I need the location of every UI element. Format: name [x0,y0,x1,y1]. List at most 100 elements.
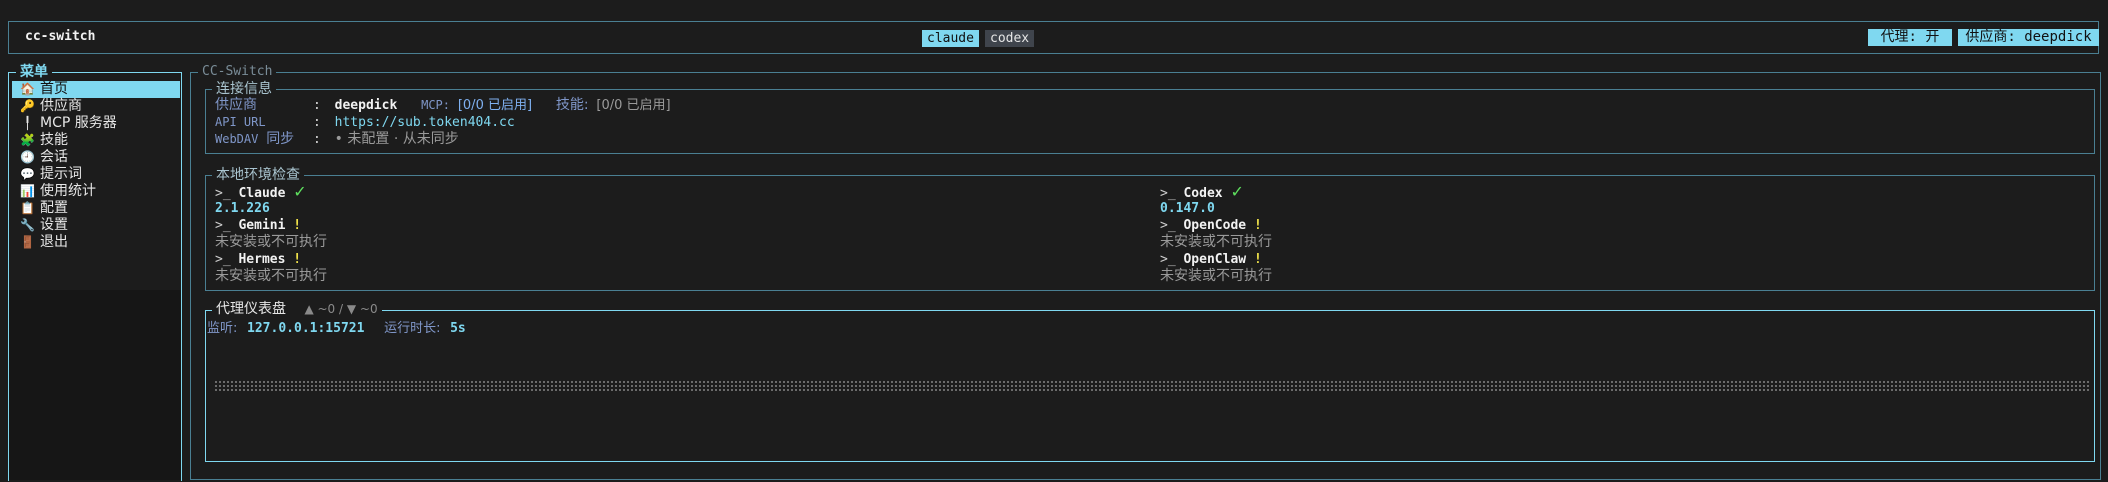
sidebar-item-providers[interactable]: 🔑 供应商 [12,98,180,115]
proxy-status-badge: 代理: 开 [1868,29,1952,46]
uptime-value: 5s [450,321,466,336]
sidebar-item-usage-stats[interactable]: 📊 使用统计 [12,183,180,200]
sidebar-item-mcp-servers[interactable]: ╿ MCP 服务器 [12,115,180,132]
warning-icon: ! [293,252,302,267]
door-icon: 🚪 [20,235,35,249]
colon: : [313,115,321,130]
traffic-sparkline-baseline [214,380,2090,392]
sidebar-item-home[interactable]: 🏠 首页 [12,81,180,98]
sidebar-menu: 🏠 首页 🔑 供应商 ╿ MCP 服务器 🧩 技能 🕘 会话 💬 提示词 📊 使… [12,81,180,251]
tool-openclaw: >_ OpenClaw ! [1160,251,1262,268]
mcp-label: MCP: [421,98,451,112]
sidebar-item-label: 退出 [40,234,68,250]
tool-name: Claude [238,186,286,201]
header-bar [8,21,2099,54]
webdav-row: WebDAV 同步 [215,131,294,148]
tool-codex-version: 0.147.0 [1160,201,1215,216]
app-title: cc-switch [25,29,96,44]
sidebar-item-label: 技能 [40,132,68,148]
api-url-row: API URL [215,114,266,131]
listen-label: 监听: [207,321,238,336]
main-panel-title: CC-Switch [198,64,277,80]
sidebar-item-sessions[interactable]: 🕘 会话 [12,149,180,166]
env-check-title: 本地环境检查 [212,167,304,183]
tool-opencode: >_ OpenCode ! [1160,217,1262,234]
proxy-dashboard-title: 代理仪表盘 ▲ ~0 / ▼ ~0 [212,301,382,317]
colon: : [313,132,321,147]
warning-icon: ! [1253,218,1262,233]
check-icon: ✓ [293,182,307,201]
speech-bubble-icon: 💬 [20,167,35,181]
tool-gemini-status: 未安装或不可执行 [215,234,327,250]
plug-icon: ╿ [23,116,32,130]
provider-status-badge: 供应商: deepdick [1958,29,2099,46]
sidebar-item-label: 供应商 [40,98,82,114]
tool-name: Gemini [238,218,286,233]
sidebar-item-skills[interactable]: 🧩 技能 [12,132,180,149]
api-url-label: API URL [215,115,266,129]
sidebar-empty-area [9,290,181,480]
proxy-dashboard-label: 代理仪表盘 [216,301,286,317]
colon: : [313,98,321,113]
key-icon: 🔑 [20,99,35,113]
mcp-value: [0/0 已启用] [457,98,533,113]
tool-name: Hermes [238,252,286,267]
terminal-prompt-icon: >_ [1160,218,1176,233]
provider-row: 供应商 [215,97,257,114]
tool-hermes: >_ Hermes ! [215,251,301,268]
uptime-label: 运行时长: [384,321,441,336]
tool-gemini: >_ Gemini ! [215,217,301,234]
sidebar-item-label: 会话 [40,149,68,165]
sidebar-item-label: MCP 服务器 [40,115,117,131]
webdav-sync-label: 同步 [266,131,295,147]
webdav-value: • 未配置 · 从未同步 [334,131,459,147]
provider-value-row: : deepdick MCP: [0/0 已启用] 技能: [0/0 已启用] [313,97,671,114]
tool-hermes-status: 未安装或不可执行 [215,268,327,284]
memo-icon: 📋 [20,201,35,215]
warning-icon: ! [1253,252,1262,267]
skills-label: 技能: [555,97,589,113]
sidebar-item-label: 配置 [40,200,68,216]
wrench-icon: 🔧 [20,218,35,232]
tool-opencode-status: 未安装或不可执行 [1160,234,1272,250]
proxy-listen-row: 监听: 127.0.0.1:15721 运行时长: 5s [207,318,466,337]
provider-value: deepdick [334,98,398,113]
sidebar-item-label: 设置 [40,217,68,233]
webdav-value-row: : • 未配置 · 从未同步 [313,131,459,148]
sidebar-title: 菜单 [16,64,52,80]
sidebar-item-label: 首页 [40,81,68,97]
terminal-prompt-icon: >_ [1160,252,1176,267]
api-url-value: https://sub.token404.cc [334,115,515,130]
terminal-prompt-icon: >_ [215,252,231,267]
tool-name: Codex [1183,186,1223,201]
terminal-prompt-icon: >_ [215,218,231,233]
traffic-stats: ▲ ~0 / ▼ ~0 [304,302,378,316]
sidebar-item-settings[interactable]: 🔧 设置 [12,217,180,234]
listen-value: 127.0.0.1:15721 [247,321,365,336]
check-icon: ✓ [1230,182,1244,201]
sidebar-item-label: 提示词 [40,166,82,182]
sidebar-item-prompts[interactable]: 💬 提示词 [12,166,180,183]
connection-info-title: 连接信息 [212,81,276,97]
tool-claude-version: 2.1.226 [215,201,270,216]
webdav-label: WebDAV [215,132,259,146]
terminal-prompt-icon: >_ [215,186,231,201]
tool-openclaw-status: 未安装或不可执行 [1160,268,1272,284]
skills-value: [0/0 已启用] [596,98,671,113]
tab-codex[interactable]: codex [985,30,1034,47]
tool-name: OpenCode [1183,218,1247,233]
puzzle-icon: 🧩 [20,133,35,147]
bar-chart-icon: 📊 [20,184,35,198]
house-icon: 🏠 [20,82,35,96]
provider-label: 供应商 [215,97,257,113]
warning-icon: ! [293,218,302,233]
env-check-box [205,175,2095,291]
tab-claude[interactable]: claude [922,30,979,47]
api-url-value-row: : https://sub.token404.cc [313,114,515,131]
sidebar-item-config[interactable]: 📋 配置 [12,200,180,217]
clock-icon: 🕘 [20,150,35,164]
terminal-prompt-icon: >_ [1160,186,1176,201]
sidebar-item-exit[interactable]: 🚪 退出 [12,234,180,251]
sidebar-item-label: 使用统计 [40,183,96,199]
tool-name: OpenClaw [1183,252,1247,267]
